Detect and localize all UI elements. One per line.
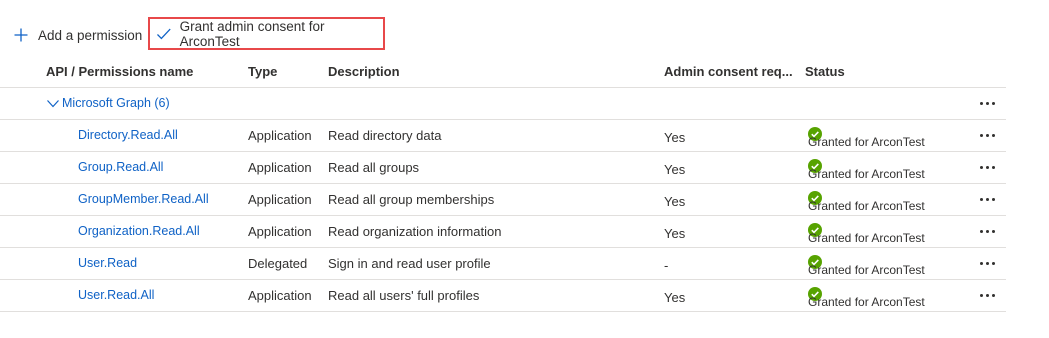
permission-description: Read all group memberships (328, 192, 495, 207)
column-header-api-name[interactable]: API / Permissions name (46, 56, 193, 87)
row-more-actions-icon[interactable] (979, 224, 997, 238)
admin-consent-required: Yes (664, 226, 686, 241)
grant-admin-consent-label: Grant admin consent for ArconTest (179, 18, 325, 49)
chevron-down-icon[interactable] (47, 99, 59, 108)
column-header-description[interactable]: Description (328, 56, 400, 87)
permission-description: Read all users' full profiles (328, 288, 480, 303)
group-row-microsoft-graph[interactable]: Microsoft Graph (6) (0, 88, 1006, 120)
permission-name-link[interactable]: User.Read (78, 248, 137, 279)
grant-admin-consent-button[interactable]: Grant admin consent for ArconTest (148, 17, 385, 50)
permission-type: Application (248, 128, 312, 143)
status-cell: Granted for ArconTest (808, 191, 925, 213)
plus-icon (14, 28, 28, 42)
permission-type: Application (248, 288, 312, 303)
status-cell: Granted for ArconTest (808, 255, 925, 277)
permission-name-link[interactable]: Directory.Read.All (78, 120, 178, 151)
command-bar: Add a permission Grant admin consent for… (0, 0, 1049, 60)
permission-description: Sign in and read user profile (328, 256, 491, 271)
table-row: Group.Read.All Application Read all grou… (0, 152, 1006, 184)
status-cell: Granted for ArconTest (808, 127, 925, 149)
admin-consent-required: Yes (664, 130, 686, 145)
table-row: Directory.Read.All Application Read dire… (0, 120, 1006, 152)
table-row: User.Read.All Application Read all users… (0, 280, 1006, 312)
permission-type: Delegated (248, 256, 308, 271)
permission-name-link[interactable]: GroupMember.Read.All (78, 184, 209, 215)
row-more-actions-icon[interactable] (979, 288, 997, 302)
permission-name-link[interactable]: Organization.Read.All (78, 216, 200, 247)
table-row: GroupMember.Read.All Application Read al… (0, 184, 1006, 216)
table-row: User.Read Delegated Sign in and read use… (0, 248, 1006, 280)
column-header-admin-consent[interactable]: Admin consent req... (664, 56, 793, 87)
group-more-actions-icon[interactable] (979, 96, 997, 110)
row-more-actions-icon[interactable] (979, 192, 997, 206)
table-header-row: API / Permissions name Type Description … (0, 56, 1006, 88)
group-label[interactable]: Microsoft Graph (6) (62, 88, 170, 119)
permission-type: Application (248, 192, 312, 207)
column-header-type[interactable]: Type (248, 56, 277, 87)
permission-name-link[interactable]: User.Read.All (78, 280, 154, 311)
permission-description: Read all groups (328, 160, 420, 175)
permission-type: Application (248, 160, 312, 175)
row-more-actions-icon[interactable] (979, 160, 997, 174)
permission-description: Read organization information (328, 224, 502, 239)
permissions-table: API / Permissions name Type Description … (0, 56, 1006, 312)
permission-name-link[interactable]: Group.Read.All (78, 152, 163, 183)
admin-consent-required: - (664, 258, 669, 273)
status-text: Granted for ArconTest (808, 295, 925, 309)
status-cell: Granted for ArconTest (808, 223, 925, 245)
admin-consent-required: Yes (664, 162, 686, 177)
permission-description: Read directory data (328, 128, 442, 143)
column-header-status[interactable]: Status (805, 56, 845, 87)
permission-type: Application (248, 224, 312, 239)
add-permission-label: Add a permission (38, 27, 143, 43)
row-more-actions-icon[interactable] (979, 128, 997, 142)
table-row: Organization.Read.All Application Read o… (0, 216, 1006, 248)
checkmark-icon (157, 28, 171, 39)
row-more-actions-icon[interactable] (979, 256, 997, 270)
admin-consent-required: Yes (664, 290, 686, 305)
status-cell: Granted for ArconTest (808, 287, 925, 309)
admin-consent-required: Yes (664, 194, 686, 209)
status-cell: Granted for ArconTest (808, 159, 925, 181)
add-permission-button[interactable]: Add a permission (13, 26, 142, 44)
